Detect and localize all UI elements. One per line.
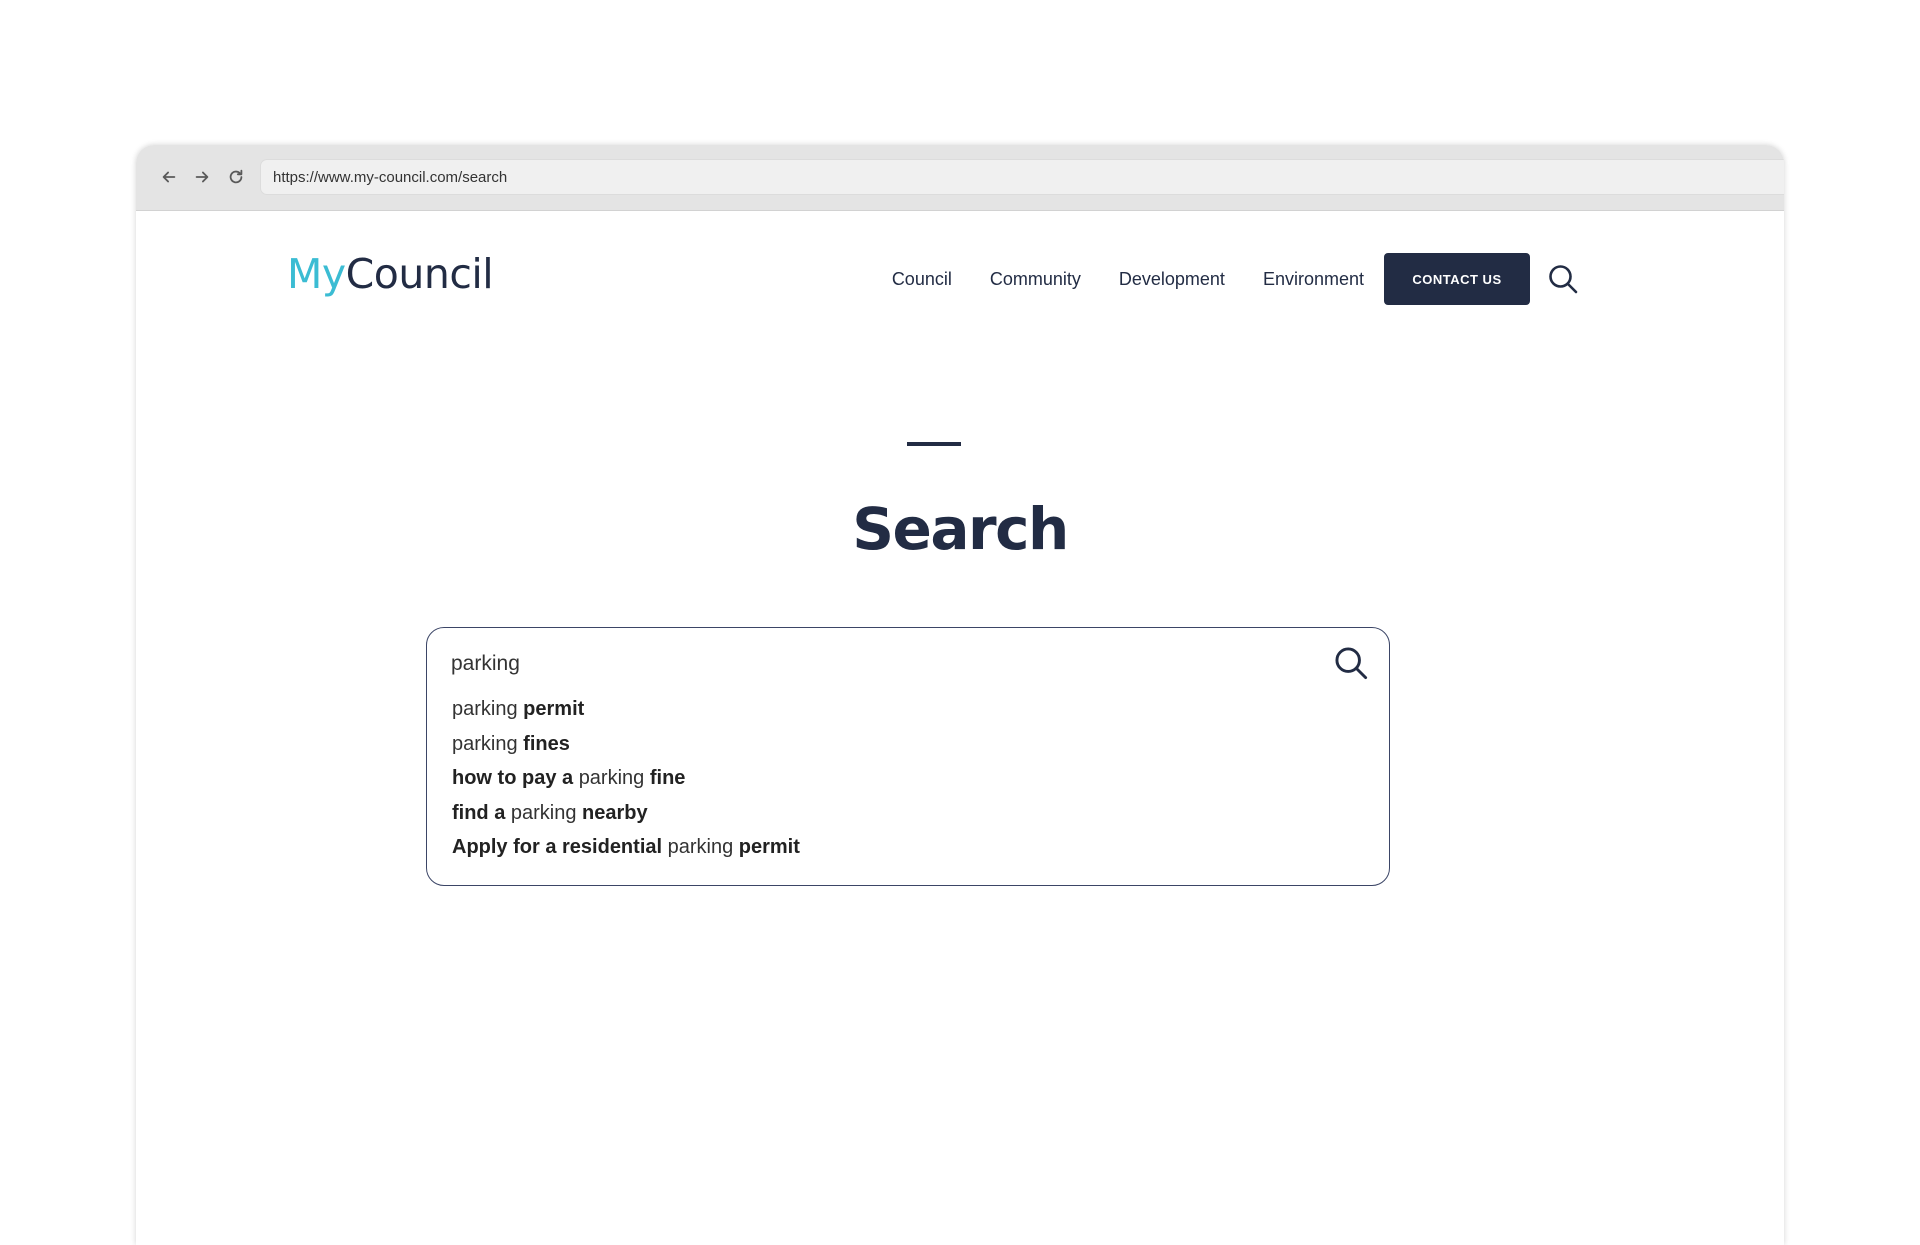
page-title: Search xyxy=(852,495,1069,563)
suggestion-match: parking xyxy=(667,836,734,858)
suggestion-match: parking xyxy=(578,767,645,789)
site-header: MyCouncil Council Community Development … xyxy=(136,210,1784,330)
search-icon[interactable] xyxy=(1546,262,1580,296)
suggestion-item[interactable]: how to pay a parking fine xyxy=(452,761,800,796)
suggestion-list: parking permit parking fines how to pay … xyxy=(452,692,800,865)
address-bar[interactable]: https://www.my-council.com/search xyxy=(260,159,1784,195)
suggestion-suffix: fines xyxy=(517,732,570,755)
suggestion-match: parking xyxy=(510,801,577,824)
contact-us-button[interactable]: CONTACT US xyxy=(1384,253,1530,305)
site-logo[interactable]: MyCouncil xyxy=(287,250,494,298)
search-panel: parking permit parking fines how to pay … xyxy=(426,627,1390,886)
suggestion-suffix: permit xyxy=(733,836,800,858)
nav-development[interactable]: Development xyxy=(1119,269,1225,290)
forward-arrow-icon[interactable] xyxy=(190,165,214,189)
suggestion-prefix: find a xyxy=(452,801,511,824)
logo-council: Council xyxy=(345,250,494,298)
reload-icon[interactable] xyxy=(224,165,248,189)
logo-my: My xyxy=(287,250,346,298)
nav-environment[interactable]: Environment xyxy=(1263,269,1364,290)
search-submit-icon[interactable] xyxy=(1332,644,1370,682)
title-divider xyxy=(907,442,961,446)
suggestion-suffix: nearby xyxy=(576,801,648,824)
suggestion-item[interactable]: parking fines xyxy=(452,727,800,762)
suggestion-match: parking xyxy=(452,698,518,720)
browser-toolbar: https://www.my-council.com/search xyxy=(136,145,1784,211)
suggestion-prefix: Apply for a residential xyxy=(452,836,668,858)
back-arrow-icon[interactable] xyxy=(157,165,181,189)
suggestion-item[interactable]: parking permit xyxy=(452,692,800,727)
suggestion-item[interactable]: Apply for a residential parking permit xyxy=(452,830,800,865)
browser-window: https://www.my-council.com/search MyCoun… xyxy=(136,145,1784,1245)
search-input[interactable] xyxy=(451,646,1291,682)
nav-council[interactable]: Council xyxy=(892,269,952,290)
suggestion-suffix: permit xyxy=(517,698,585,720)
suggestion-item[interactable]: find a parking nearby xyxy=(452,796,800,831)
suggestion-prefix: how to pay a xyxy=(452,767,579,789)
suggestion-suffix: fine xyxy=(644,767,686,789)
main-nav: Council Community Development Environmen… xyxy=(892,253,1580,305)
suggestion-match: parking xyxy=(452,732,518,755)
url-text: https://www.my-council.com/search xyxy=(273,168,508,186)
nav-community[interactable]: Community xyxy=(990,269,1081,290)
